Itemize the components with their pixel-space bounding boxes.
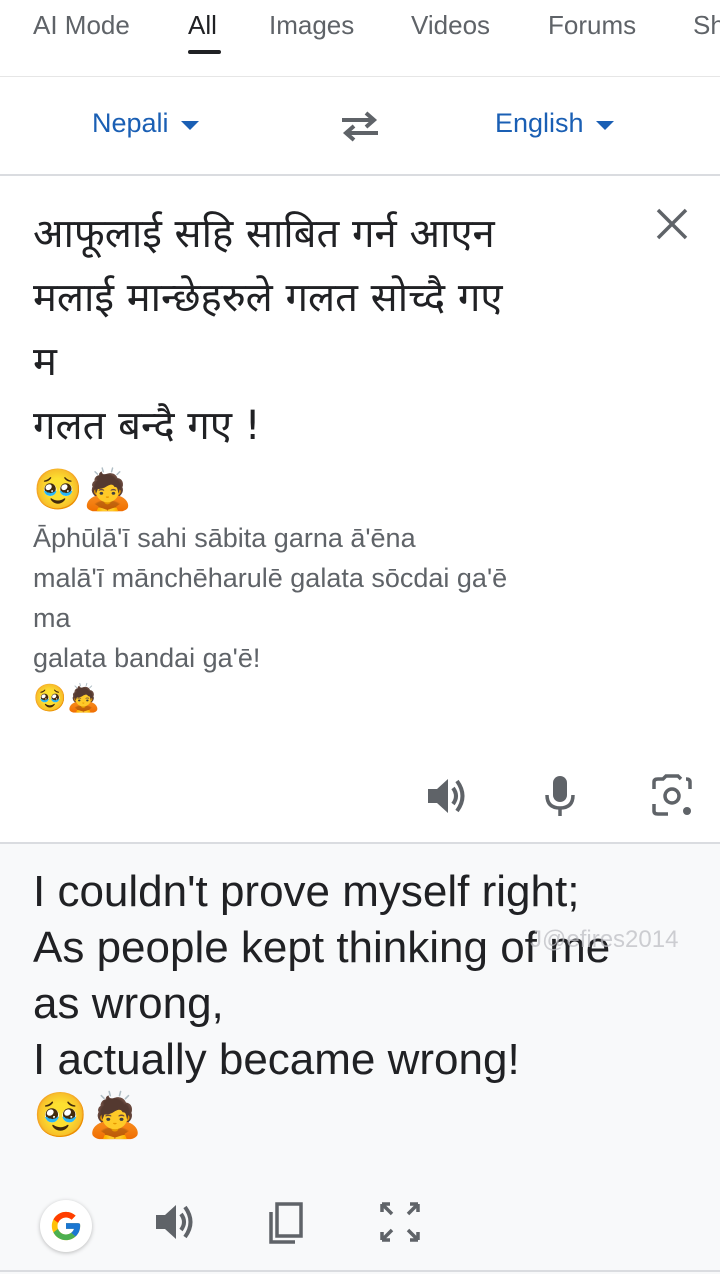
listen-source-button[interactable] [424, 774, 470, 823]
voice-input-button[interactable] [541, 774, 579, 823]
google-button[interactable] [40, 1200, 92, 1252]
speaker-icon [428, 779, 465, 813]
source-language-label: Nepali [92, 108, 169, 138]
active-tab-indicator [188, 50, 221, 54]
translation-panel: I couldn't prove myself right; As people… [0, 844, 720, 1274]
source-language-select[interactable]: Nepali [92, 108, 199, 139]
source-text-input[interactable]: आफूलाई सहि साबित गर्न आएन मलाई मान्छेहरु… [33, 202, 613, 522]
close-icon [656, 208, 688, 240]
speaker-icon [156, 1205, 193, 1239]
target-language-select[interactable]: English [495, 108, 614, 139]
chevron-down-icon [180, 121, 199, 130]
camera-icon [652, 774, 692, 816]
chevron-down-icon [595, 121, 614, 130]
target-language-label: English [495, 108, 584, 138]
fullscreen-icon [380, 1202, 420, 1242]
source-panel: आफूलाई सहि साबित गर्न आएन मलाई मान्छेहरु… [0, 176, 720, 842]
copy-translation-button[interactable] [265, 1200, 307, 1251]
google-icon [51, 1211, 81, 1241]
language-selector-bar: Nepali English [0, 77, 720, 176]
search-tabs: AI Mode All Images Videos Forums Sh [0, 0, 720, 77]
microphone-icon [545, 776, 575, 816]
tab-videos[interactable]: Videos [411, 10, 490, 41]
tab-images[interactable]: Images [269, 10, 354, 41]
bottom-divider [0, 1270, 720, 1272]
translation-text: I couldn't prove myself right; As people… [33, 867, 611, 1140]
tab-forums[interactable]: Forums [548, 10, 636, 41]
watermark: J@efires2014 [530, 926, 679, 953]
listen-translation-button[interactable] [152, 1200, 198, 1249]
transliteration-text: Āphūlā'ī sahi sābita garna ā'ēna malā'ī … [33, 523, 508, 713]
fullscreen-button[interactable] [378, 1200, 422, 1249]
swap-languages-button[interactable] [338, 109, 382, 148]
clear-input-button[interactable] [652, 204, 692, 249]
camera-translate-button[interactable] [650, 774, 694, 823]
tab-ai-mode[interactable]: AI Mode [33, 10, 130, 41]
copy-icon [269, 1202, 303, 1244]
swap-icon [342, 111, 378, 142]
tab-all[interactable]: All [188, 10, 217, 41]
tab-shopping[interactable]: Sh [693, 10, 720, 41]
